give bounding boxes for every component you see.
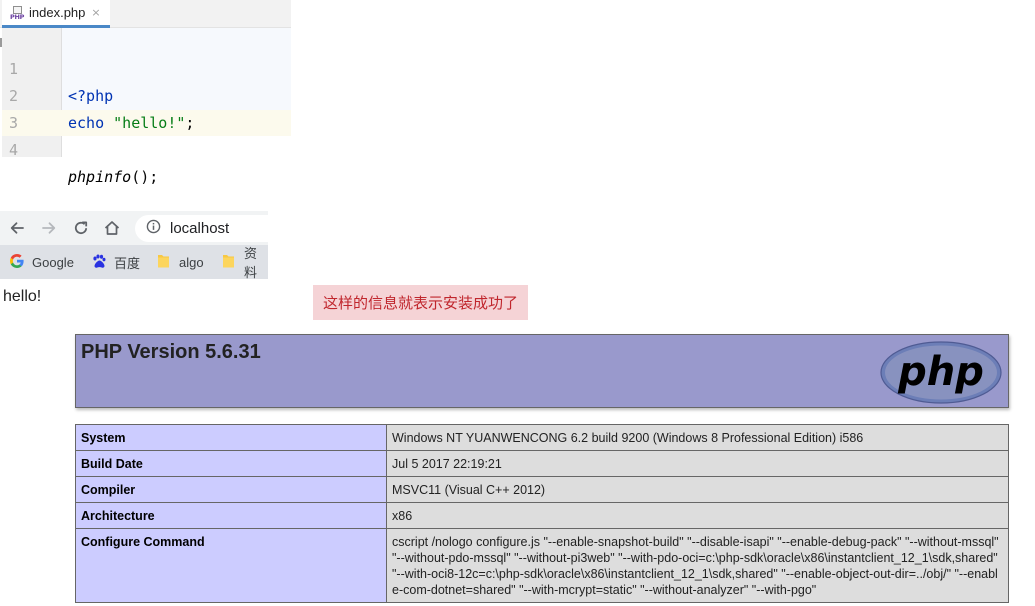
bookmark-algo[interactable]: algo (157, 245, 204, 279)
row-value: cscript /nologo configure.js "--enable-s… (386, 528, 1009, 603)
tab-label: index.php (29, 5, 86, 20)
row-key: Compiler (75, 476, 387, 503)
svg-text:php: php (897, 349, 984, 395)
bookmark-google[interactable]: Google (9, 245, 74, 279)
code-line: 4 phpinfo(); (0, 110, 291, 186)
table-row: Configure Command cscript /nologo config… (75, 528, 1009, 603)
code-line: 1 <?php (0, 29, 291, 105)
table-row: Build Date Jul 5 2017 22:19:21 (75, 450, 1009, 477)
row-value: Jul 5 2017 22:19:21 (386, 450, 1009, 477)
annotation-note: 这样的信息就表示安装成功了 (313, 285, 528, 320)
bookmark-label: Google (32, 254, 74, 270)
code-text: phpinfo(); (68, 164, 158, 191)
phpinfo-table: System Windows NT YUANWENCONG 6.2 build … (75, 424, 1009, 603)
address-bar[interactable]: localhost (135, 215, 275, 242)
forward-arrow-icon[interactable] (38, 217, 60, 239)
php-logo: php (880, 341, 1002, 409)
home-icon[interactable] (101, 217, 123, 239)
php-file-icon: PHP (10, 5, 25, 21)
browser-chrome: localhost Google 百度 algo 资料 (0, 211, 275, 280)
bookmark-label: 百度 (114, 255, 141, 271)
bookmarks-bar: Google 百度 algo 资料 (0, 245, 268, 280)
hello-output: hello! (3, 288, 42, 305)
bookmark-label: 资料 (244, 246, 258, 280)
reload-icon[interactable] (70, 217, 92, 239)
bookmark-baidu[interactable]: 百度 (91, 245, 140, 279)
table-row: Architecture x86 (75, 502, 1009, 529)
row-value: Windows NT YUANWENCONG 6.2 build 9200 (W… (386, 424, 1009, 451)
editor-tab-bar: PHP index.php × (0, 0, 291, 28)
folder-icon (222, 253, 236, 272)
browser-toolbar: localhost (0, 211, 275, 245)
table-row: Compiler MSVC11 (Visual C++ 2012) (75, 476, 1009, 503)
php-version-title: PHP Version 5.6.31 (81, 341, 261, 363)
google-icon (9, 253, 25, 272)
info-icon[interactable] (146, 219, 161, 238)
row-value: x86 (386, 502, 1009, 529)
row-key: Build Date (75, 450, 387, 477)
row-key: System (75, 424, 387, 451)
url-text: localhost (170, 220, 230, 237)
code-line: 2 echo "hello!"; (0, 56, 291, 132)
row-key: Configure Command (75, 528, 387, 603)
back-arrow-icon[interactable] (6, 217, 28, 239)
folder-icon (157, 253, 171, 272)
phpinfo-panel: PHP Version 5.6.31 php System Windows NT… (75, 334, 1009, 603)
bookmark-label: algo (179, 254, 204, 270)
tab-index-php[interactable]: PHP index.php × (2, 0, 110, 28)
baidu-paw-icon (91, 253, 107, 272)
code-editor: PHP index.php × 1 <?php 2 echo "hello!";… (0, 0, 291, 186)
line-number: 4 (9, 141, 19, 159)
close-icon[interactable]: × (91, 6, 100, 19)
bookmark-ziliao[interactable]: 资料 (222, 245, 268, 280)
phpinfo-header: PHP Version 5.6.31 php (75, 334, 1009, 408)
call-parens: (); (131, 168, 159, 186)
row-value: MSVC11 (Visual C++ 2012) (386, 476, 1009, 503)
function-name: phpinfo (68, 168, 132, 186)
table-row: System Windows NT YUANWENCONG 6.2 build … (75, 424, 1009, 451)
code-line: 3 (0, 83, 291, 132)
row-key: Architecture (75, 502, 387, 529)
